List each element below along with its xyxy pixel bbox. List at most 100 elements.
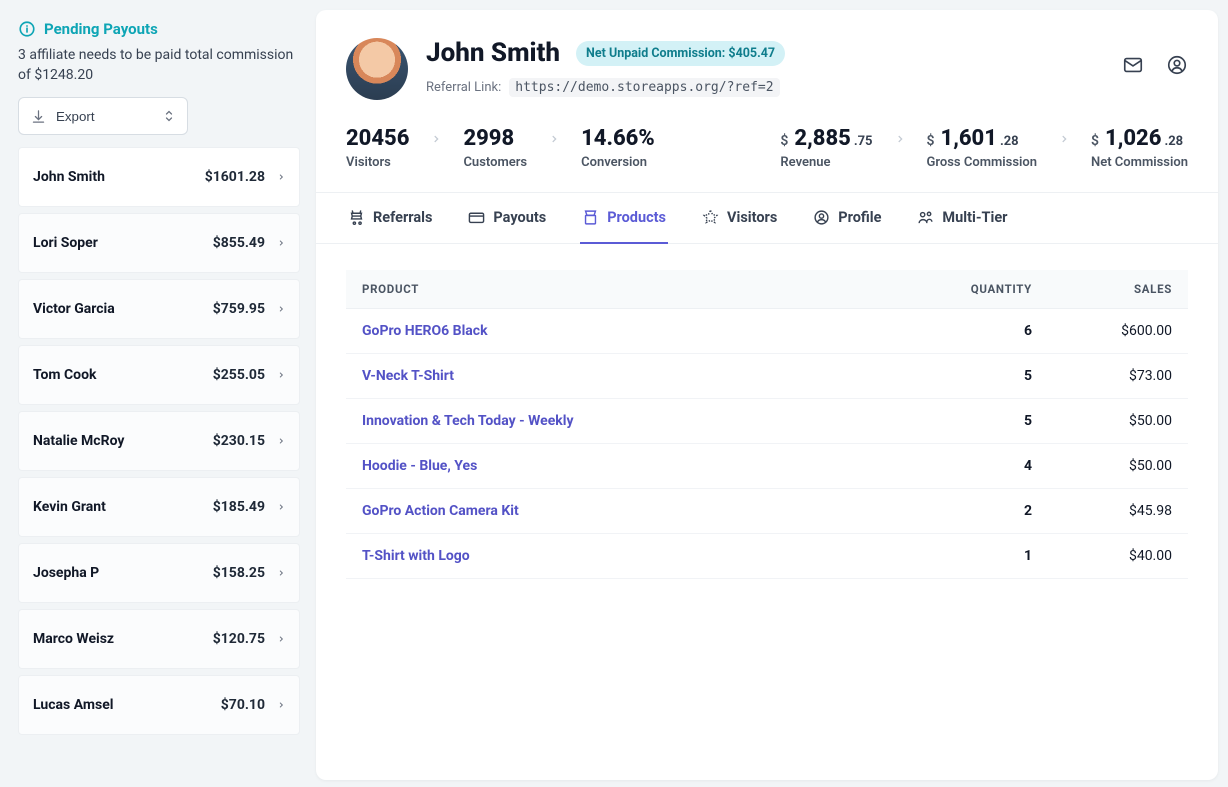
affiliate-item[interactable]: Lucas Amsel$70.10 — [18, 675, 300, 735]
unpaid-commission-badge: Net Unpaid Commission: $405.47 — [576, 41, 785, 66]
product-link[interactable]: GoPro HERO6 Black — [362, 323, 488, 339]
chevron-right-icon — [549, 132, 559, 146]
table-row: GoPro HERO6 Black6$600.00 — [346, 309, 1188, 354]
tab-referrals[interactable]: Referrals — [346, 193, 434, 244]
stats-row: 20456 Visitors 2998 Customers 14.66% Con… — [316, 118, 1218, 193]
tab-payouts[interactable]: Payouts — [466, 193, 548, 244]
affiliate-card: John Smith Net Unpaid Commission: $405.4… — [316, 10, 1218, 780]
stat-revenue-label: Revenue — [780, 155, 872, 170]
stat-conversion: 14.66% Conversion — [581, 126, 655, 170]
avatar — [346, 38, 408, 100]
affiliate-item[interactable]: Josepha P$158.25 — [18, 543, 300, 603]
affiliate-name: Tom Cook — [33, 367, 213, 383]
chevron-right-icon — [277, 567, 285, 579]
col-sales: SALES — [1048, 270, 1188, 309]
affiliate-name: Marco Weisz — [33, 631, 213, 647]
chevron-right-icon — [277, 435, 285, 447]
product-qty: 6 — [908, 309, 1048, 354]
tab-profile[interactable]: Profile — [811, 193, 883, 244]
affiliate-name: Lori Soper — [33, 235, 213, 251]
main: John Smith Net Unpaid Commission: $405.4… — [310, 0, 1228, 787]
products-table: PRODUCT QUANTITY SALES GoPro HERO6 Black… — [346, 270, 1188, 579]
chevron-right-icon — [277, 501, 285, 513]
pending-payouts-desc: 3 affiliate needs to be paid total commi… — [18, 46, 300, 85]
affiliate-amount: $855.49 — [213, 235, 265, 251]
table-row: Hoodie - Blue, Yes 4$50.00 — [346, 444, 1188, 489]
referral-link-label: Referral Link: — [426, 80, 501, 95]
affiliate-amount: $255.05 — [213, 367, 265, 383]
product-sales: $50.00 — [1048, 444, 1188, 489]
affiliate-amount: $120.75 — [213, 631, 265, 647]
product-qty: 5 — [908, 399, 1048, 444]
affiliate-name: Lucas Amsel — [33, 697, 221, 713]
affiliate-amount: $230.15 — [213, 433, 265, 449]
cents: .28 — [1000, 134, 1019, 149]
chevron-right-icon — [277, 237, 285, 249]
affiliate-amount: $185.49 — [213, 499, 265, 515]
affiliate-list: John Smith$1601.28Lori Soper$855.49Victo… — [18, 147, 300, 735]
profile-name: John Smith — [426, 38, 560, 68]
product-link[interactable]: GoPro Action Camera Kit — [362, 503, 519, 519]
stat-gross-label: Gross Commission — [927, 155, 1038, 170]
tab-label: Visitors — [727, 209, 777, 226]
chevron-right-icon — [895, 132, 905, 146]
product-qty: 2 — [908, 489, 1048, 534]
table-row: V-Neck T-Shirt5$73.00 — [346, 354, 1188, 399]
products-table-wrap: PRODUCT QUANTITY SALES GoPro HERO6 Black… — [316, 244, 1218, 605]
affiliate-item[interactable]: Victor Garcia$759.95 — [18, 279, 300, 339]
currency: $ — [780, 133, 788, 149]
pending-payouts-label: Pending Payouts — [44, 20, 158, 38]
col-product: PRODUCT — [346, 270, 908, 309]
payouts-icon — [468, 209, 485, 226]
tab-products[interactable]: Products — [580, 193, 668, 244]
amount: 1,601 — [941, 126, 997, 151]
profile-header: John Smith Net Unpaid Commission: $405.4… — [316, 10, 1218, 118]
stat-revenue: $ 2,885 .75 Revenue — [780, 126, 872, 170]
export-button[interactable]: Export — [18, 97, 188, 135]
affiliate-item[interactable]: Natalie McRoy$230.15 — [18, 411, 300, 471]
tab-multitier[interactable]: Multi-Tier — [915, 193, 1009, 244]
sidebar: Pending Payouts 3 affiliate needs to be … — [0, 0, 310, 787]
affiliate-item[interactable]: John Smith$1601.28 — [18, 147, 300, 207]
chevron-right-icon — [277, 699, 285, 711]
stat-visitors: 20456 Visitors — [346, 126, 409, 170]
stat-visitors-label: Visitors — [346, 155, 409, 170]
affiliate-item[interactable]: Lori Soper$855.49 — [18, 213, 300, 273]
referral-link-url[interactable]: https://demo.storeapps.org/?ref=2 — [509, 78, 779, 97]
tab-visitors[interactable]: Visitors — [700, 193, 779, 244]
table-row: T-Shirt with Logo1$40.00 — [346, 534, 1188, 579]
tab-label: Products — [607, 209, 666, 226]
tabs: Referrals Payouts Products Visitors Profile M… — [316, 193, 1218, 244]
tab-label: Multi-Tier — [942, 209, 1007, 226]
affiliate-item[interactable]: Tom Cook$255.05 — [18, 345, 300, 405]
product-qty: 1 — [908, 534, 1048, 579]
affiliate-amount: $70.10 — [221, 697, 265, 713]
stat-net-label: Net Commission — [1091, 155, 1188, 170]
product-link[interactable]: T-Shirt with Logo — [362, 548, 470, 564]
tab-label: Payouts — [493, 209, 546, 226]
cents: .28 — [1164, 134, 1183, 149]
product-link[interactable]: Hoodie - Blue, Yes — [362, 458, 477, 474]
amount: 2,885 — [794, 126, 850, 151]
affiliate-name: Natalie McRoy — [33, 433, 213, 449]
chevron-right-icon — [277, 171, 285, 183]
chevron-right-icon — [277, 303, 285, 315]
tab-label: Profile — [838, 209, 881, 226]
currency: $ — [927, 133, 935, 149]
product-sales: $50.00 — [1048, 399, 1188, 444]
product-qty: 4 — [908, 444, 1048, 489]
visitors-icon — [702, 209, 719, 226]
product-link[interactable]: V-Neck T-Shirt — [362, 368, 454, 384]
product-link[interactable]: Innovation & Tech Today - Weekly — [362, 413, 574, 429]
affiliate-item[interactable]: Marco Weisz$120.75 — [18, 609, 300, 669]
user-icon[interactable] — [1166, 54, 1188, 76]
mail-icon[interactable] — [1122, 54, 1144, 76]
currency: $ — [1091, 133, 1099, 149]
profile-icon — [813, 209, 830, 226]
download-icon — [31, 109, 46, 124]
product-sales: $45.98 — [1048, 489, 1188, 534]
affiliate-item[interactable]: Kevin Grant$185.49 — [18, 477, 300, 537]
stat-net-commission: $ 1,026 .28 Net Commission — [1091, 126, 1188, 170]
amount: 1,026 — [1105, 126, 1161, 151]
stat-customers: 2998 Customers — [463, 126, 527, 170]
